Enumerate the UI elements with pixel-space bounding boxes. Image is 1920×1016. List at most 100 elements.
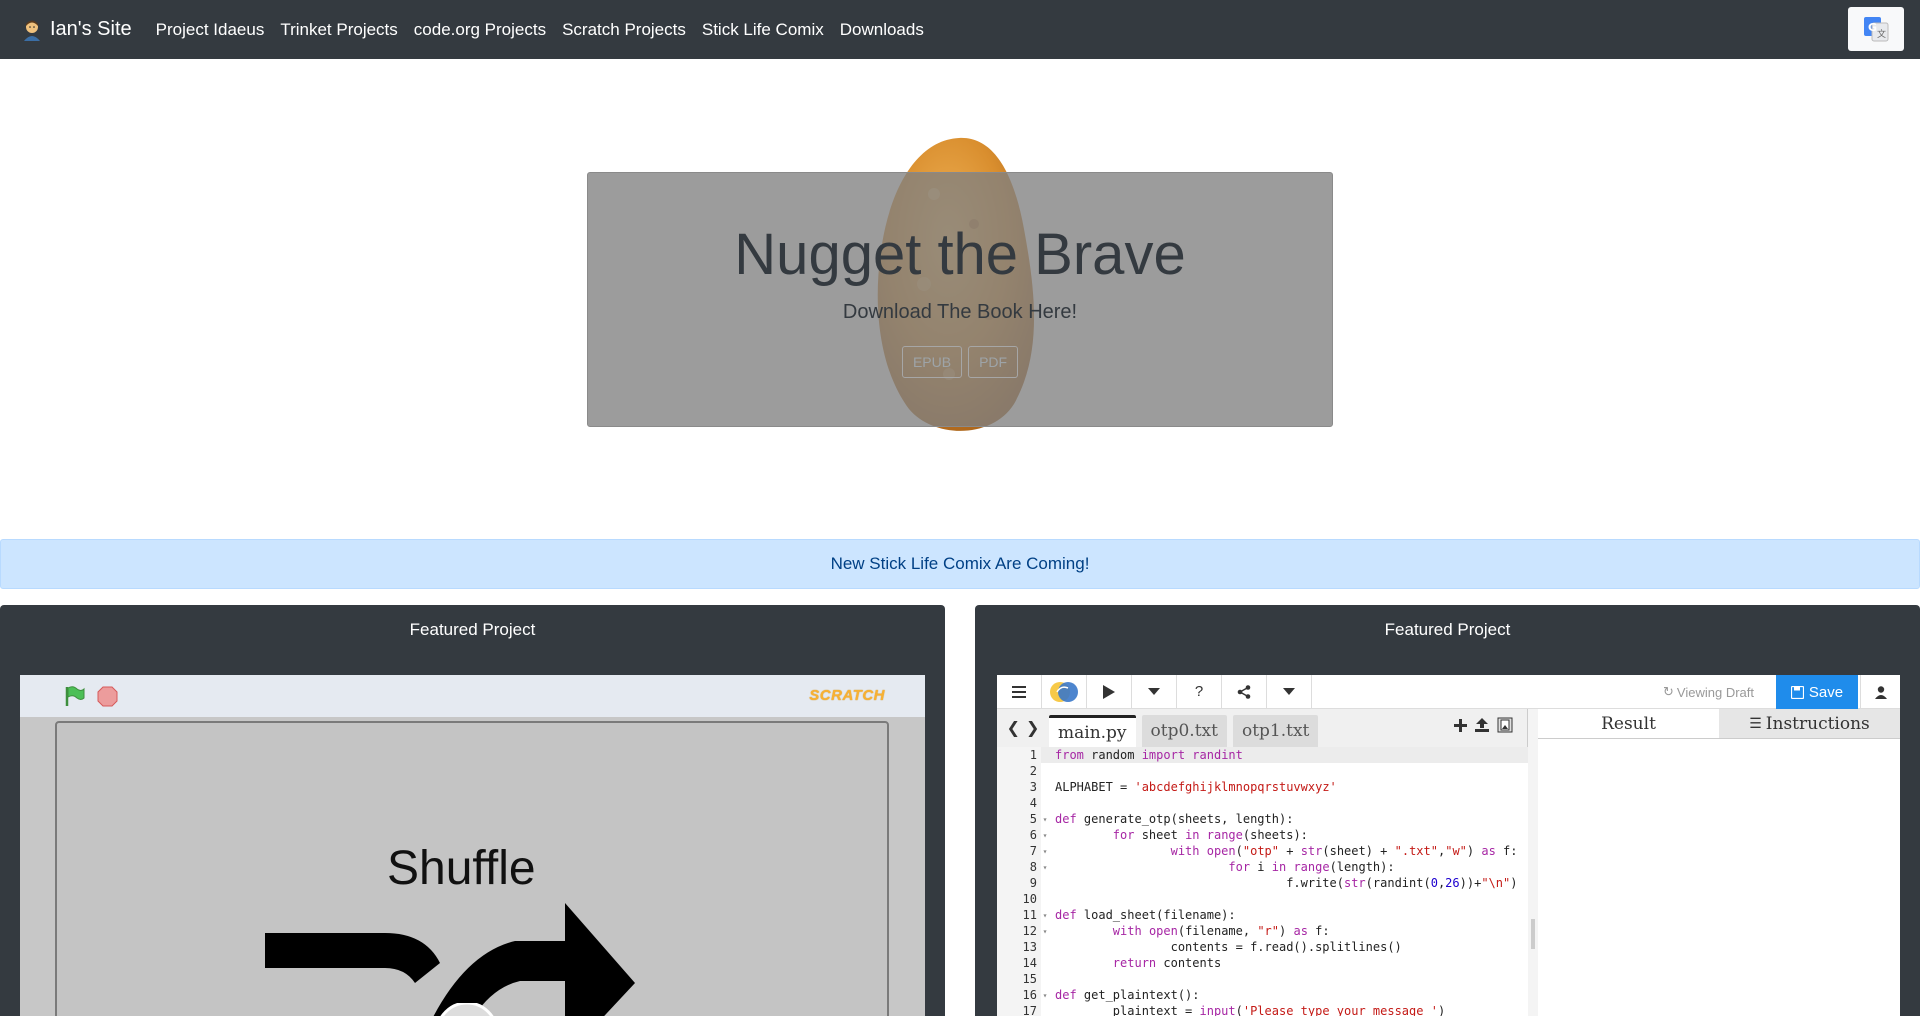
code-line[interactable]: 16 ▾ def get_plaintext(): xyxy=(997,987,1528,1003)
user-icon xyxy=(1874,685,1887,699)
code-line[interactable]: 17 plaintext = input('Please type your m… xyxy=(997,1003,1528,1016)
code-line[interactable]: 2 xyxy=(997,763,1528,779)
code-text: contents = f.read().splitlines() xyxy=(1055,940,1402,954)
line-number: 11 xyxy=(997,907,1041,923)
code-line[interactable]: 7 ▾ with open("otp" + str(sheet) + ".txt"… xyxy=(997,843,1528,859)
fold-arrow-icon[interactable]: ▾ xyxy=(1041,863,1049,872)
site-brand[interactable]: Ian's Site xyxy=(22,18,132,41)
line-number: 2 xyxy=(997,763,1041,779)
menu-button[interactable] xyxy=(997,675,1042,708)
tab-main-py[interactable]: main.py xyxy=(1049,715,1136,747)
run-options-button[interactable] xyxy=(1132,675,1177,708)
code-line[interactable]: 12 ▾ with open(filename, "r") as f: xyxy=(997,923,1528,939)
code-line[interactable]: 9 f.write(str(randint(0,26))+"\n") xyxy=(997,875,1528,891)
result-pane: Result ☰ Instructions xyxy=(1538,709,1900,1016)
tab-navigation: ❮ ❯ xyxy=(997,709,1049,747)
navbar: Ian's Site Project Idaeus Trinket Projec… xyxy=(0,0,1920,59)
image-library-icon[interactable] xyxy=(1497,717,1513,733)
nav-link-stick-life-comix[interactable]: Stick Life Comix xyxy=(702,20,824,40)
google-translate-button[interactable]: G 文 xyxy=(1848,7,1904,51)
code-line[interactable]: 10 xyxy=(997,891,1528,907)
featured-project-card-trinket: Featured Project ? ↻ Viewing Draft Save … xyxy=(975,605,1920,1016)
save-button[interactable]: Save xyxy=(1776,675,1858,709)
code-text: for i in range(length): xyxy=(1228,860,1395,874)
python-logo-icon xyxy=(1050,681,1078,702)
shuffle-arrow-icon xyxy=(265,903,635,1016)
line-number: 9 xyxy=(997,875,1041,891)
line-number: 14 xyxy=(997,955,1041,971)
caret-down-icon xyxy=(1283,687,1295,695)
caret-down-icon xyxy=(1148,687,1160,695)
share-options-button[interactable] xyxy=(1267,675,1312,708)
code-text: with open(filename, "r") as f: xyxy=(1112,924,1330,938)
scratch-stage[interactable]: Shuffle xyxy=(55,721,889,1016)
tab-instructions[interactable]: ☰ Instructions xyxy=(1719,709,1900,738)
stop-icon[interactable] xyxy=(97,686,118,707)
pane-splitter[interactable] xyxy=(1528,709,1538,1016)
list-icon: ☰ xyxy=(1749,715,1762,732)
help-button[interactable]: ? xyxy=(1177,675,1222,708)
chevron-right-icon[interactable]: ❯ xyxy=(1026,718,1039,738)
fold-arrow-icon[interactable]: ▾ xyxy=(1041,911,1049,920)
nav-link-project-idaeus[interactable]: Project Idaeus xyxy=(156,20,265,40)
tab-otp0-txt[interactable]: otp0.txt xyxy=(1141,715,1227,747)
hero-title: Nugget the Brave xyxy=(734,222,1186,287)
scratch-embed[interactable]: SCRATCH Shuffle xyxy=(20,675,925,1016)
code-area[interactable]: 1 from random import randint 2 3 ALPHABET = … xyxy=(997,747,1528,1016)
chevron-left-icon[interactable]: ❮ xyxy=(1007,718,1020,738)
code-line[interactable]: 14 return contents xyxy=(997,955,1528,971)
brand-label: Ian's Site xyxy=(50,18,132,40)
viewing-draft-label: Viewing Draft xyxy=(1676,684,1754,700)
user-button[interactable] xyxy=(1860,675,1900,709)
add-file-icon[interactable] xyxy=(1454,718,1467,732)
fold-arrow-icon[interactable]: ▾ xyxy=(1041,815,1049,824)
fold-arrow-icon[interactable]: ▾ xyxy=(1041,927,1049,936)
share-button[interactable] xyxy=(1222,675,1267,708)
hero-card: Nugget the Brave Download The Book Here!… xyxy=(587,172,1333,427)
line-number: 4 xyxy=(997,795,1041,811)
code-line[interactable]: 5 ▾ def generate_otp(sheets, length): xyxy=(997,811,1528,827)
tab-otp1-txt[interactable]: otp1.txt xyxy=(1232,715,1319,747)
download-buttons: EPUB PDF xyxy=(588,345,1332,378)
refresh-icon: ↻ xyxy=(1663,684,1674,699)
code-line[interactable]: 1 from random import randint xyxy=(997,747,1528,763)
scratch-logo[interactable]: SCRATCH xyxy=(809,687,885,704)
line-number: 15 xyxy=(997,971,1041,987)
nav-link-trinket-projects[interactable]: Trinket Projects xyxy=(280,20,397,40)
hamburger-icon xyxy=(1012,685,1026,698)
code-text: def get_plaintext(): xyxy=(1055,988,1200,1002)
fold-arrow-icon[interactable]: ▾ xyxy=(1041,831,1049,840)
viewing-draft-status[interactable]: ↻ Viewing Draft xyxy=(1663,675,1754,709)
trinket-embed: ? ↻ Viewing Draft Save ❮ ❯ main.py otp0.… xyxy=(997,675,1900,1016)
code-line[interactable]: 13 contents = f.read().splitlines() xyxy=(997,939,1528,955)
announcement-alert: New Stick Life Comix Are Coming! xyxy=(0,539,1920,589)
code-text: ALPHABET = 'abcdefghijklmnopqrstuvwxyz' xyxy=(1055,780,1337,794)
nav-link-codeorg-projects[interactable]: code.org Projects xyxy=(414,20,546,40)
code-line[interactable]: 3 ALPHABET = 'abcdefghijklmnopqrstuvwxyz' xyxy=(997,779,1528,795)
code-line[interactable]: 4 xyxy=(997,795,1528,811)
download-pdf-button[interactable]: PDF xyxy=(968,345,1019,378)
code-line[interactable]: 6 ▾ for sheet in range(sheets): xyxy=(997,827,1528,843)
download-epub-button[interactable]: EPUB xyxy=(901,345,963,378)
result-tabs: Result ☰ Instructions xyxy=(1538,709,1900,739)
fold-arrow-icon[interactable]: ▾ xyxy=(1041,991,1049,1000)
code-line[interactable]: 8 ▾ for i in range(length): xyxy=(997,859,1528,875)
fold-arrow-icon[interactable]: ▾ xyxy=(1041,847,1049,856)
code-text: from random import randint xyxy=(1055,748,1243,762)
hero-subtitle: Download The Book Here! xyxy=(842,300,1078,323)
line-number: 3 xyxy=(997,779,1041,795)
code-line[interactable]: 11 ▾ def load_sheet(filename): xyxy=(997,907,1528,923)
python-logo-button[interactable] xyxy=(1042,675,1087,708)
upload-icon[interactable] xyxy=(1475,718,1489,732)
green-flag-icon[interactable] xyxy=(63,685,85,707)
featured-project-card-scratch: Featured Project SCRATCH Shuffle xyxy=(0,605,945,1016)
trinket-toolbar: ? ↻ Viewing Draft Save xyxy=(997,675,1900,709)
nav-link-downloads[interactable]: Downloads xyxy=(840,20,924,40)
nav-link-scratch-projects[interactable]: Scratch Projects xyxy=(562,20,686,40)
code-text: for sheet in range(sheets): xyxy=(1112,828,1308,842)
tab-result[interactable]: Result xyxy=(1538,709,1719,738)
code-line[interactable]: 15 xyxy=(997,971,1528,987)
run-button[interactable] xyxy=(1087,675,1132,708)
line-number: 13 xyxy=(997,939,1041,955)
save-label: Save xyxy=(1808,683,1844,701)
